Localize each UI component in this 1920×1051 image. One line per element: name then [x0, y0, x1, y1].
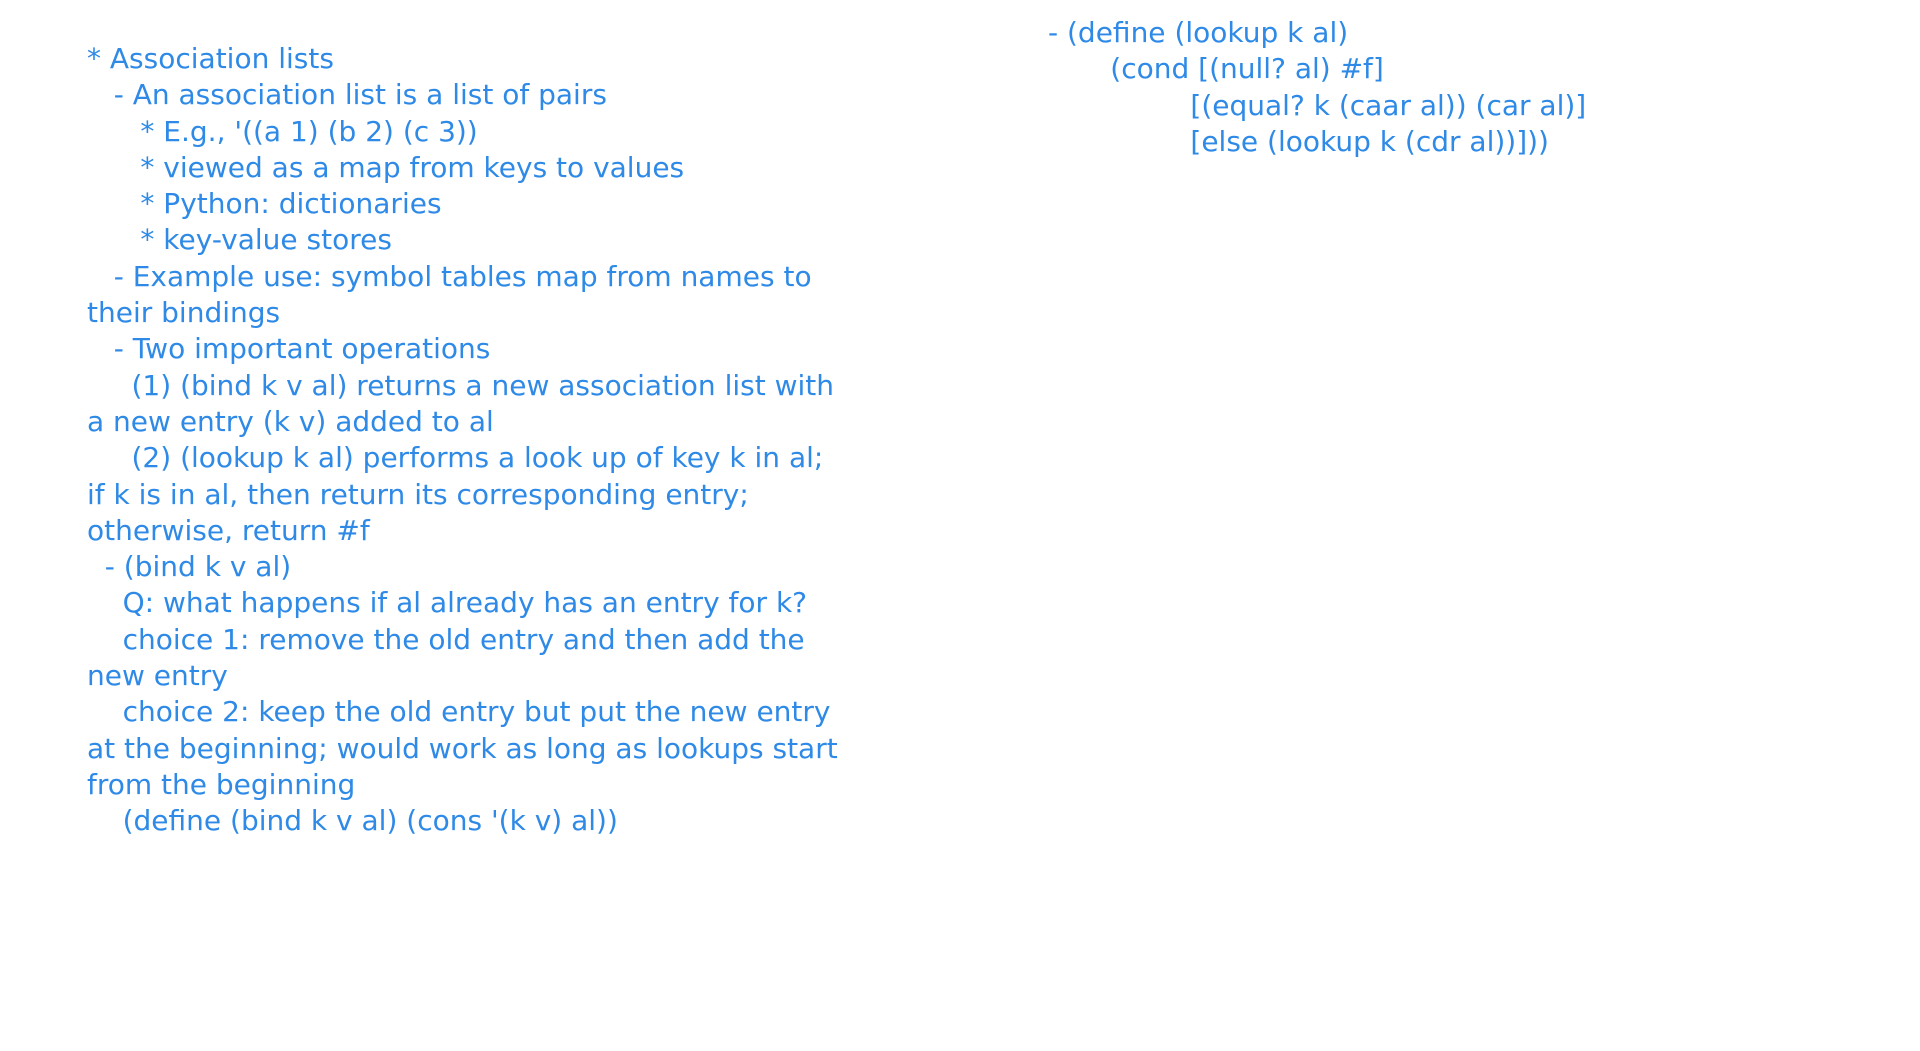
note-line: (1) (bind k v al) returns a new associat…	[87, 368, 835, 402]
note-line: Q: what happens if al already has an ent…	[87, 586, 808, 620]
notes-page: * Association lists - An association lis…	[0, 0, 1920, 1051]
note-line: - Example use: symbol tables map from na…	[87, 259, 812, 293]
note-line: (define (bind k v al) (cons '(k v) al))	[87, 804, 618, 838]
code-line: (cond [(null? al) #f]	[1048, 52, 1384, 86]
note-line: at the beginning; would work as long as …	[87, 731, 838, 765]
note-line: * Python: dictionaries	[87, 187, 442, 221]
code-line: [(equal? k (caar al)) (car al)]	[1048, 88, 1587, 122]
note-line: - (bind k v al)	[87, 550, 292, 584]
note-line: (2) (lookup k al) performs a look up of …	[87, 441, 824, 475]
note-line: - Two important operations	[87, 332, 491, 366]
note-line: choice 1: remove the old entry and then …	[87, 622, 805, 656]
note-line: * Association lists	[87, 42, 334, 75]
note-line: * key-value stores	[87, 223, 392, 257]
note-line: - An association list is a list of pairs	[87, 78, 607, 112]
right-code-column: - (define (lookup k al) (cond [(null? al…	[1048, 15, 1868, 160]
note-line: choice 2: keep the old entry but put the…	[87, 695, 831, 729]
note-line: from the beginning	[87, 767, 356, 801]
left-notes-column: * Association lists - An association lis…	[87, 41, 947, 840]
note-line: a new entry (k v) added to al	[87, 404, 494, 438]
code-line: [else (lookup k (cdr al))]))	[1048, 124, 1549, 158]
note-line: if k is in al, then return its correspon…	[87, 477, 749, 511]
note-line: their bindings	[87, 296, 281, 330]
note-line: new entry	[87, 659, 228, 693]
note-line: * viewed as a map from keys to values	[87, 150, 685, 184]
note-line: * E.g., '((a 1) (b 2) (c 3))	[87, 114, 478, 148]
note-line: otherwise, return #f	[87, 513, 370, 547]
code-line: - (define (lookup k al)	[1048, 16, 1349, 49]
